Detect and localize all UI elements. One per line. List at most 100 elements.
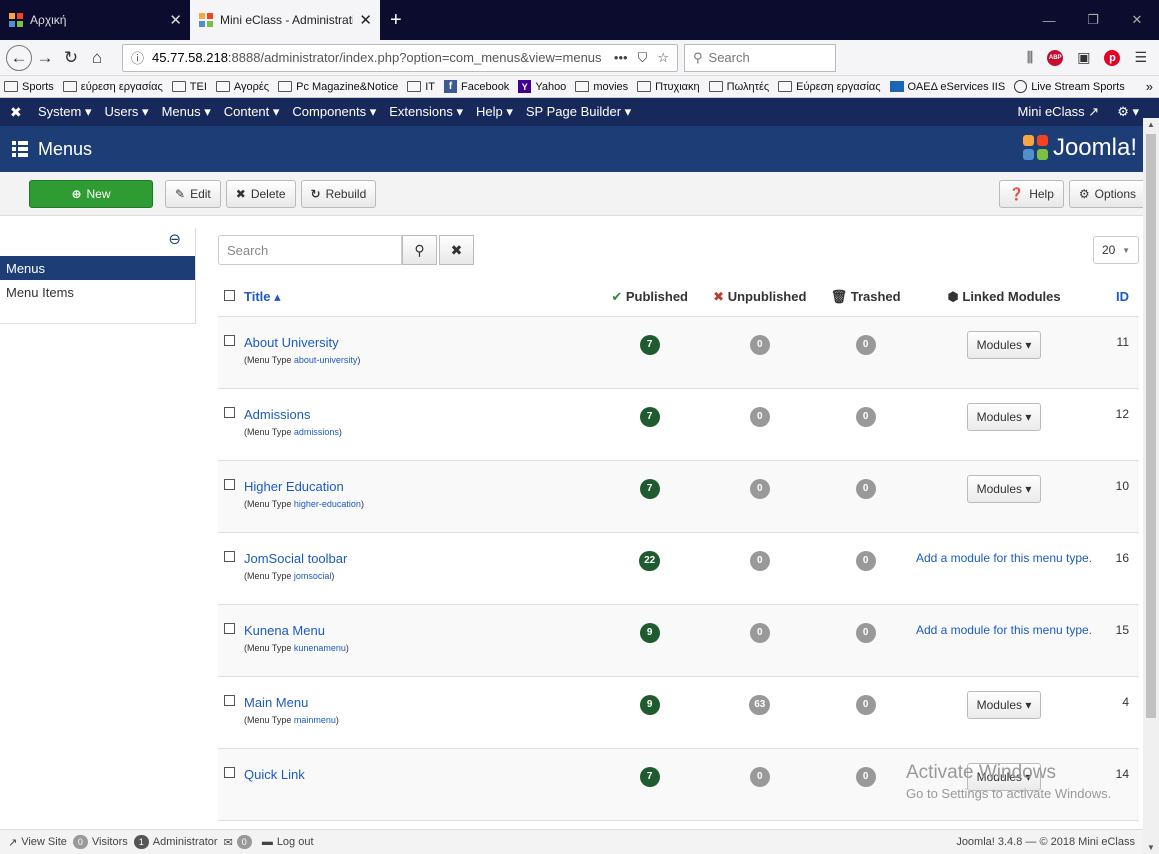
joomla-logo-icon[interactable]: ✖ — [10, 104, 24, 121]
menu-title-link[interactable]: Main Menu — [244, 695, 600, 710]
logout-link[interactable]: ▬ Log out — [262, 836, 314, 848]
trashed-count-badge[interactable]: 0 — [855, 622, 876, 643]
reload-icon[interactable]: ↻ — [58, 45, 84, 71]
restore-icon[interactable]: ❐ — [1071, 12, 1115, 28]
sidebar-toggle-icon[interactable]: ⊖ — [168, 230, 181, 248]
info-icon[interactable]: ⓘ — [131, 48, 144, 67]
unpublished-count-badge[interactable]: 0 — [749, 406, 770, 427]
trashed-count-badge[interactable]: 0 — [855, 766, 876, 787]
menu-content[interactable]: Content ▾ — [224, 104, 280, 120]
row-checkbox[interactable] — [224, 766, 235, 778]
list-limit-select[interactable]: 20 ▼ — [1093, 236, 1139, 264]
library-icon[interactable]: ⫼ — [1027, 49, 1033, 66]
reader-icon[interactable]: ▣ — [1077, 49, 1090, 66]
new-tab-button[interactable]: + — [380, 0, 412, 40]
header-trashed[interactable]: Trashed — [851, 289, 901, 304]
address-bar[interactable]: ⓘ 45.77.58.218:8888/administrator/index.… — [122, 43, 678, 72]
bookmark-item[interactable]: f Facebook — [444, 80, 509, 93]
row-checkbox[interactable] — [224, 550, 235, 562]
search-input[interactable]: Search — [218, 235, 402, 265]
unpublished-count-badge[interactable]: 0 — [749, 478, 770, 499]
menu-sp-page-builder[interactable]: SP Page Builder ▾ — [526, 104, 631, 120]
browser-tab[interactable]: Αρχική ✕ — [0, 0, 190, 40]
published-count-badge[interactable]: 22 — [639, 550, 661, 571]
unpublished-count-badge[interactable]: 0 — [749, 622, 770, 643]
site-link[interactable]: Mini eClass ↗ — [1018, 104, 1100, 120]
published-count-badge[interactable]: 7 — [639, 334, 660, 355]
modules-dropdown-button[interactable]: Modules ▾ — [966, 330, 1042, 359]
menu-title-link[interactable]: About University — [244, 335, 600, 350]
menu-title-link[interactable]: Quick Link — [244, 767, 600, 782]
minimize-icon[interactable]: — — [1027, 13, 1071, 28]
help-button[interactable]: ❓ Help — [999, 179, 1064, 208]
bookmark-item[interactable]: Y Yahoo — [518, 80, 566, 93]
clear-button[interactable]: ✖ — [439, 235, 474, 265]
bookmark-star-icon[interactable]: ☆ — [657, 50, 669, 66]
edit-button[interactable]: ✎ Edit — [165, 179, 221, 208]
browser-tab-active[interactable]: Mini eClass - Administration - | ✕ — [190, 0, 380, 40]
scroll-down-icon[interactable]: ▼ — [1147, 843, 1155, 852]
modules-dropdown-button[interactable]: Modules ▾ — [966, 474, 1042, 503]
bookmark-item[interactable]: TEI — [171, 81, 207, 93]
sidebar-item-menus[interactable]: Menus — [0, 256, 195, 280]
new-button[interactable]: ⊕ New — [29, 179, 153, 208]
row-checkbox[interactable] — [224, 406, 235, 418]
pinterest-icon[interactable]: p — [1104, 49, 1121, 66]
add-module-link[interactable]: Add a module for this menu type. — [916, 623, 1092, 637]
row-checkbox[interactable] — [224, 694, 235, 706]
bookmark-item[interactable]: Εύρεση εργασίας — [778, 81, 881, 93]
delete-button[interactable]: ✖ Delete — [225, 179, 296, 208]
trashed-count-badge[interactable]: 0 — [855, 550, 876, 571]
close-tab-icon[interactable]: ✕ — [169, 11, 182, 29]
bookmark-item[interactable]: Pc Magazine&Notice — [278, 81, 398, 93]
rebuild-button[interactable]: ↻ Rebuild — [300, 179, 377, 208]
pocket-icon[interactable]: ⛉ — [638, 50, 648, 66]
home-icon[interactable]: ⌂ — [84, 45, 110, 71]
bookmark-item[interactable]: Live Stream Sports — [1014, 80, 1125, 93]
select-all-checkbox[interactable] — [224, 290, 235, 302]
close-tab-icon[interactable]: ✕ — [359, 11, 372, 29]
page-scrollbar[interactable]: ▲ ▼ — [1143, 118, 1159, 854]
menu-extensions[interactable]: Extensions ▾ — [389, 104, 463, 120]
back-icon[interactable]: ← — [6, 44, 32, 71]
header-unpublished[interactable]: Unpublished — [728, 289, 807, 304]
modules-dropdown-button[interactable]: Modules ▾ — [966, 402, 1042, 431]
menu-type-link[interactable]: higher-education — [294, 499, 361, 509]
menu-help[interactable]: Help ▾ — [476, 104, 513, 120]
menu-title-link[interactable]: Higher Education — [244, 479, 600, 494]
close-window-icon[interactable]: ✕ — [1115, 12, 1159, 28]
trashed-count-badge[interactable]: 0 — [855, 406, 876, 427]
trashed-count-badge[interactable]: 0 — [855, 478, 876, 499]
menu-system[interactable]: System ▾ — [38, 104, 91, 120]
unpublished-count-badge[interactable]: 63 — [749, 694, 771, 715]
row-checkbox[interactable] — [224, 478, 235, 490]
menu-type-link[interactable]: about-university — [294, 355, 358, 365]
menu-icon[interactable]: ☰ — [1134, 49, 1147, 66]
search-button[interactable]: ⚲ — [402, 235, 437, 265]
menu-title-link[interactable]: Kunena Menu — [244, 623, 600, 638]
sidebar-item-menu-items[interactable]: Menu Items — [0, 280, 195, 304]
forward-icon[interactable]: → — [32, 45, 58, 71]
sort-id-link[interactable]: ID — [1116, 289, 1129, 304]
menu-users[interactable]: Users ▾ — [104, 104, 148, 120]
messages-link[interactable]: ✉ 0 — [224, 835, 256, 849]
scroll-up-icon[interactable]: ▲ — [1147, 120, 1155, 129]
menu-type-link[interactable]: jomsocial — [294, 571, 332, 581]
modules-dropdown-button[interactable]: Modules ▾ — [966, 690, 1042, 719]
published-count-badge[interactable]: 7 — [639, 478, 660, 499]
published-count-badge[interactable]: 7 — [639, 766, 660, 787]
published-count-badge[interactable]: 9 — [639, 622, 660, 643]
options-button[interactable]: ⚙ Options — [1068, 179, 1146, 208]
menu-menus[interactable]: Menus ▾ — [162, 104, 211, 120]
sort-title-link[interactable]: Title ▴ — [244, 289, 281, 304]
bookmark-item[interactable]: Πτυχιακη — [637, 81, 700, 93]
unpublished-count-badge[interactable]: 0 — [749, 550, 770, 571]
bookmark-item[interactable]: Αγορές — [215, 81, 269, 93]
view-site-link[interactable]: ↗ View Site — [8, 836, 67, 849]
browser-search-input[interactable]: ⚲ Search — [684, 43, 836, 72]
bookmarks-overflow-icon[interactable]: » — [1146, 79, 1153, 94]
adblock-icon[interactable]: ABP — [1047, 49, 1064, 66]
bookmark-item[interactable]: Πωλητές — [708, 81, 769, 93]
published-count-badge[interactable]: 9 — [639, 694, 660, 715]
bookmark-item[interactable]: ΟΑΕΔ eServices IIS — [889, 81, 1005, 93]
